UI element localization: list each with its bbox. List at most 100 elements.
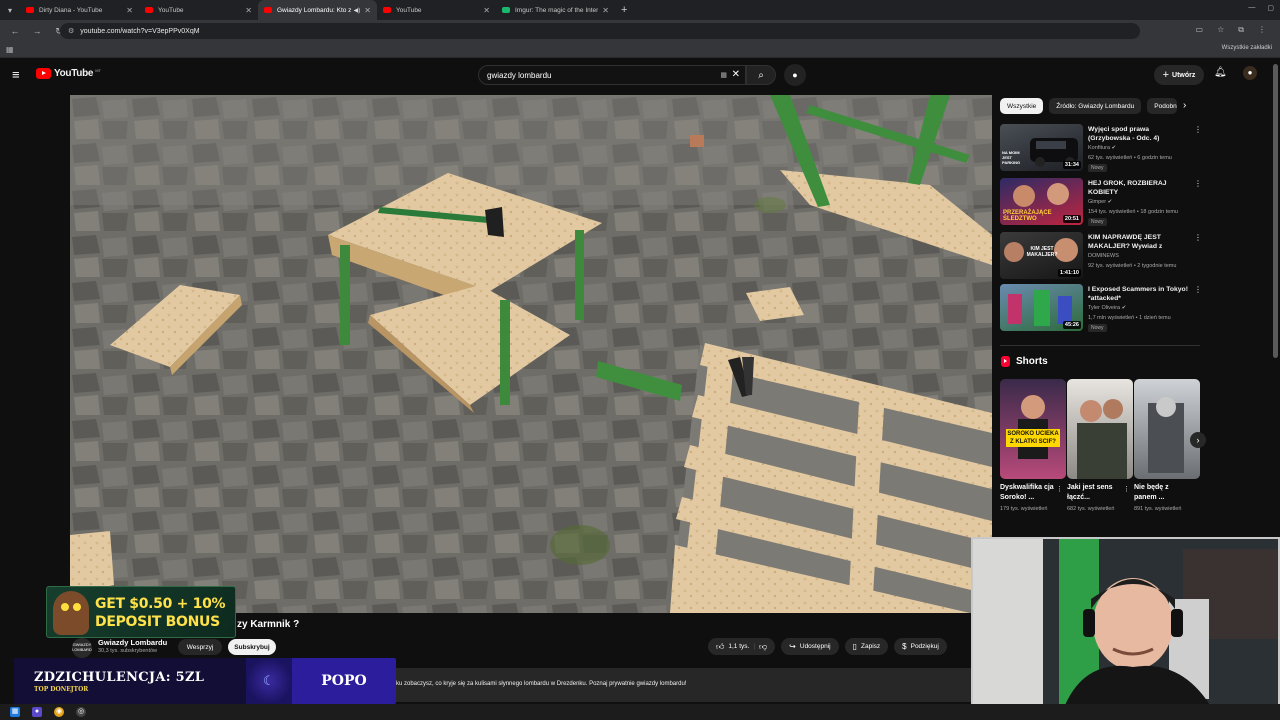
- close-icon[interactable]: ✕: [602, 6, 609, 15]
- more-options-icon[interactable]: ⋮: [1194, 179, 1202, 188]
- close-icon[interactable]: ✕: [483, 6, 490, 15]
- subscribe-button[interactable]: Subskrybuj: [228, 639, 276, 655]
- thumbnail-text: NA MOIM JEST PARKING: [1002, 150, 1021, 165]
- page-scrollbar[interactable]: [1273, 64, 1278, 358]
- discord-icon[interactable]: ●: [32, 707, 42, 717]
- recommendation-item[interactable]: NA MOIM JEST PARKING 31:34 Wyjęci spod p…: [1000, 124, 1202, 176]
- channel-name[interactable]: Gimper ✔: [1088, 199, 1112, 205]
- channel-label: DOMINEWS: [1088, 253, 1119, 259]
- browser-tab[interactable]: Imgur: The magic of the Interne ✕: [496, 0, 615, 20]
- video-thumbnail[interactable]: KIM JEST MAKALJER? 1:41:10: [1000, 232, 1083, 279]
- save-button[interactable]: ▯ Zapisz: [844, 638, 889, 655]
- chip-source[interactable]: Źródło: Gwiazdy Lombardu: [1049, 98, 1142, 114]
- like-button[interactable]: 👍︎ 1,1 tys. | 👎︎: [708, 638, 776, 655]
- save-label: Zapisz: [861, 643, 881, 650]
- keyboard-icon[interactable]: ▦: [720, 71, 727, 79]
- channel-subscriber-count: 30,3 tys. subskrybentów: [98, 648, 158, 654]
- video-duration: 31:34: [1062, 161, 1081, 169]
- video-player[interactable]: [70, 95, 992, 613]
- support-button[interactable]: Wesprzyj: [178, 639, 222, 655]
- short-thumbnail[interactable]: [1134, 379, 1200, 479]
- maximize-icon[interactable]: ▢: [1267, 4, 1274, 12]
- account-avatar[interactable]: ●: [1243, 66, 1257, 80]
- short-title[interactable]: Jaki jest sens łączć...: [1067, 483, 1121, 503]
- extensions-icon[interactable]: ⧉: [1238, 25, 1244, 35]
- more-options-icon[interactable]: ⋮: [1194, 233, 1202, 242]
- browser-tab[interactable]: YouTube ✕: [139, 0, 258, 20]
- cast-icon[interactable]: ▭: [1196, 25, 1204, 35]
- video-duration: 45:26: [1062, 321, 1081, 329]
- video-thumbnail[interactable]: 45:26: [1000, 284, 1083, 331]
- youtube-favicon-icon: [383, 7, 391, 13]
- channel-name[interactable]: DOMINEWS: [1088, 253, 1119, 259]
- video-frame: [70, 95, 992, 613]
- channel-name[interactable]: Tyler Oliveira ✔: [1088, 305, 1126, 311]
- close-icon[interactable]: ✕: [245, 6, 252, 15]
- shorts-next-button[interactable]: ›: [1190, 432, 1206, 448]
- short-thumbnail[interactable]: SOROKO UCIEKA Z KLATKI SCIF?: [1000, 379, 1066, 479]
- short-item[interactable]: Jaki jest sens łączć... ⋮ 682 tys. wyświ…: [1067, 379, 1133, 529]
- video-thumbnail[interactable]: PRZERAŻAJĄCE ŚLEDZTWO 20:51: [1000, 178, 1083, 225]
- chip-all[interactable]: Wszystkie: [1000, 98, 1044, 114]
- short-title[interactable]: Nie będę z panem ...: [1134, 483, 1188, 503]
- video-title[interactable]: KIM NAPRAWDĘ JEST MAKALJER? Wywiad z Leg…: [1088, 233, 1192, 251]
- all-bookmarks-link[interactable]: Wszystkie zakładki: [1222, 45, 1272, 51]
- chrome-icon[interactable]: ◉: [54, 707, 64, 717]
- video-meta: 1,7 mln wyświetleń • 1 dzień temu: [1088, 315, 1171, 321]
- short-item[interactable]: Nie będę z panem ... 891 tys. wyświetleń: [1134, 379, 1200, 529]
- close-icon[interactable]: ✕: [364, 6, 371, 15]
- description-text: ku zobaczysz, co kryje się za kulisami s…: [396, 681, 687, 687]
- browser-tab[interactable]: YouTube ✕: [377, 0, 496, 20]
- thumbs-down-icon[interactable]: 👎︎: [759, 642, 767, 652]
- short-item[interactable]: SOROKO UCIEKA Z KLATKI SCIF? Dyskwalifik…: [1000, 379, 1066, 529]
- youtube-logo[interactable]: YouTube MT: [36, 68, 101, 79]
- site-info-icon[interactable]: ⚙: [68, 27, 74, 35]
- short-views: 682 tys. wyświetleń: [1067, 506, 1115, 512]
- clear-search-icon[interactable]: ✕: [732, 69, 740, 80]
- voice-search-button[interactable]: ●: [784, 64, 806, 86]
- video-title[interactable]: I Exposed Scammers in Tokyo! *attacked*: [1088, 285, 1192, 303]
- obs-icon[interactable]: ◎: [76, 707, 86, 717]
- menu-dots-icon[interactable]: ⋮: [1258, 25, 1266, 35]
- speaker-icon[interactable]: ◀): [354, 7, 361, 14]
- video-title[interactable]: Wyjęci spod prawa (Grzybowska - Odc. 4): [1088, 125, 1192, 143]
- apps-grid-icon[interactable]: ▦: [6, 45, 14, 54]
- recommendation-item[interactable]: PRZERAŻAJĄCE ŚLEDZTWO 20:51 HEJ GROK, RO…: [1000, 178, 1202, 230]
- forward-arrow-icon[interactable]: →: [30, 26, 44, 36]
- search-button[interactable]: ⌕: [746, 65, 776, 85]
- close-icon[interactable]: ✕: [126, 6, 133, 15]
- share-button[interactable]: ↪ Udostępnij: [781, 638, 839, 655]
- channel-avatar[interactable]: GWIAZDY LOMBARDU: [72, 638, 92, 658]
- chevron-right-icon[interactable]: ›: [1183, 100, 1186, 111]
- mascot-illustration: [53, 591, 89, 635]
- more-options-icon[interactable]: ⋮: [1123, 485, 1130, 493]
- search-input[interactable]: gwiazdy lombardu ▦ ✕: [478, 65, 746, 85]
- more-options-icon[interactable]: ⋮: [1056, 485, 1063, 493]
- short-title[interactable]: Dyskwalifika cja Soroko! ...: [1000, 483, 1054, 503]
- notifications-bell-icon[interactable]: 🔔︎: [1214, 67, 1227, 78]
- hamburger-menu-icon[interactable]: ≡: [12, 68, 20, 81]
- short-thumbnail[interactable]: [1067, 379, 1133, 479]
- recommendation-item[interactable]: KIM JEST MAKALJER? 1:41:10 KIM NAPRAWDĘ …: [1000, 232, 1202, 284]
- video-title[interactable]: HEJ GROK, ROZBIERAJ KOBIETY: [1088, 179, 1192, 197]
- chip-similar[interactable]: Podobne: [1147, 98, 1178, 114]
- shorts-title: Shorts: [1016, 356, 1048, 367]
- browser-tab-active[interactable]: Gwiazdy Lombardu: Kto zb ◀) ✕: [258, 0, 377, 20]
- channel-name[interactable]: Gwiazdy Lombardu: [98, 638, 167, 647]
- url-text: youtube.com/watch?v=V3epPPv0XqM: [80, 27, 200, 35]
- create-button[interactable]: + Utwórz: [1154, 65, 1204, 85]
- star-icon[interactable]: ☆: [1217, 25, 1224, 35]
- thanks-button[interactable]: $ Podziękuj: [894, 638, 947, 655]
- more-options-icon[interactable]: ⋮: [1194, 125, 1202, 134]
- windows-start-icon[interactable]: ▦: [10, 707, 20, 717]
- more-options-icon[interactable]: ⋮: [1194, 285, 1202, 294]
- back-arrow-icon[interactable]: ←: [8, 26, 22, 36]
- tab-search-icon[interactable]: ▾: [0, 0, 20, 20]
- minimize-icon[interactable]: —: [1248, 4, 1255, 12]
- browser-tab[interactable]: Dirty Diana - YouTube ✕: [20, 0, 139, 20]
- address-bar[interactable]: ⚙ youtube.com/watch?v=V3epPPv0XqM: [60, 23, 1140, 39]
- new-tab-button[interactable]: +: [621, 4, 627, 16]
- recommendation-item[interactable]: 45:26 I Exposed Scammers in Tokyo! *atta…: [1000, 284, 1202, 336]
- channel-name[interactable]: Konfitura ✔: [1088, 145, 1116, 151]
- video-thumbnail[interactable]: NA MOIM JEST PARKING 31:34: [1000, 124, 1083, 171]
